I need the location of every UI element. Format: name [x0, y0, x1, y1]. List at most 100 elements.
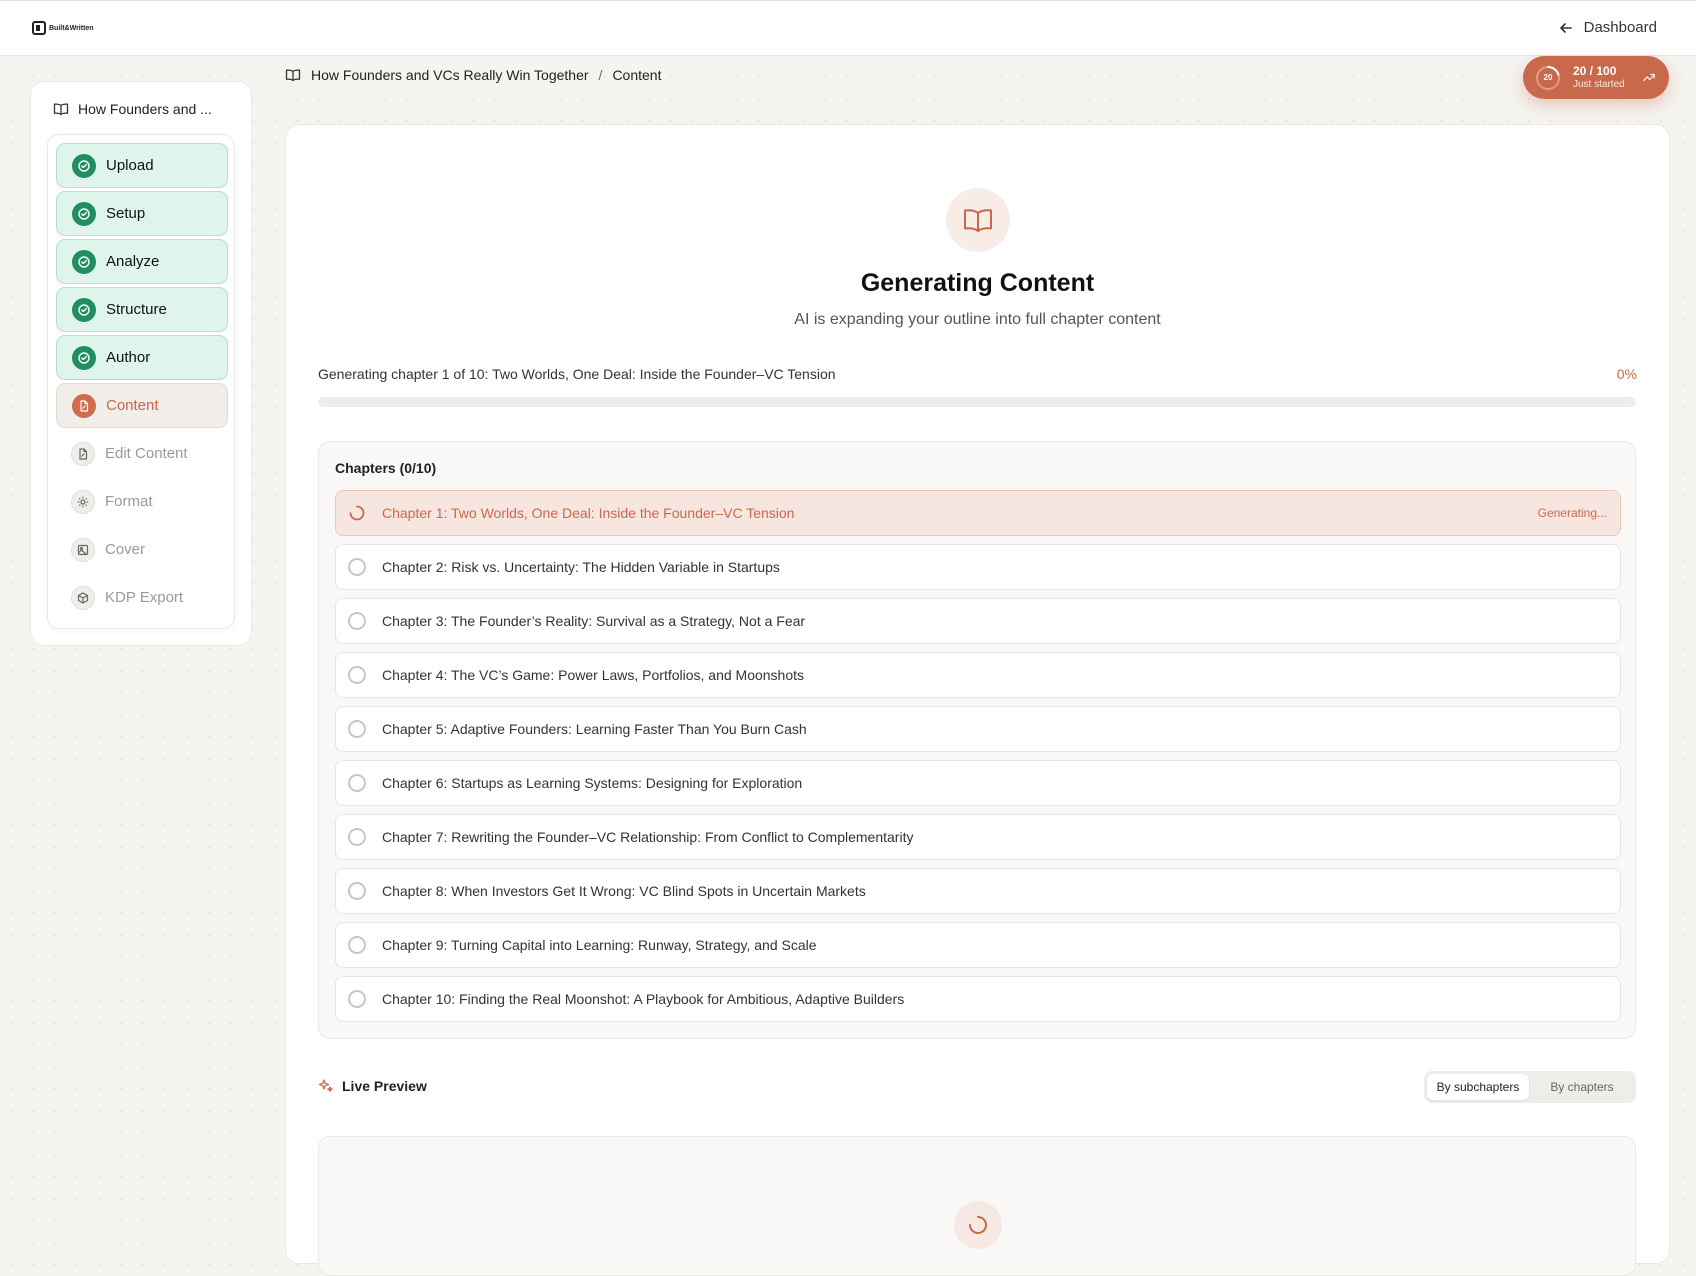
chapter-status: Generating...: [1537, 506, 1607, 520]
book-open-icon: [946, 188, 1010, 252]
book-open-icon: [285, 69, 301, 82]
live-preview-title: Live Preview: [342, 1078, 427, 1094]
check-circle-icon: [72, 249, 96, 274]
pending-circle-icon: [348, 612, 366, 630]
image-icon: [71, 537, 95, 562]
logo-icon: [32, 21, 46, 35]
chapter-item[interactable]: Chapter 7: Rewriting the Founder–VC Rela…: [335, 814, 1621, 860]
step-setup[interactable]: Setup: [56, 191, 228, 236]
sidebar: How Founders and ... Upload Setup Analyz…: [30, 81, 252, 646]
chapter-title: Chapter 10: Finding the Real Moonshot: A…: [382, 991, 905, 1007]
dashboard-label: Dashboard: [1583, 19, 1657, 36]
chapter-item[interactable]: Chapter 2: Risk vs. Uncertainty: The Hid…: [335, 544, 1621, 590]
score-label: 20 / 100: [1573, 63, 1617, 78]
progress-bar: [318, 397, 1636, 407]
check-circle-icon: [72, 153, 96, 178]
preview-mode-toggle: By subchapters By chapters: [1424, 1071, 1636, 1103]
progress-percent: 0%: [1616, 366, 1637, 382]
step-cover[interactable]: Cover: [56, 527, 228, 572]
chapter-item[interactable]: Chapter 8: When Investors Get It Wrong: …: [335, 868, 1621, 914]
chapter-item[interactable]: Chapter 3: The Founder’s Reality: Surviv…: [335, 598, 1621, 644]
logo-text: Built&Written: [49, 24, 94, 32]
check-circle-icon: [72, 297, 96, 322]
chapter-item[interactable]: Chapter 9: Turning Capital into Learning…: [335, 922, 1621, 968]
check-circle-icon: [72, 345, 96, 370]
score-ring: 20: [1535, 65, 1561, 91]
file-text-icon: [72, 393, 96, 418]
chapter-item[interactable]: Chapter 10: Finding the Real Moonshot: A…: [335, 976, 1621, 1022]
chapter-title: Chapter 7: Rewriting the Founder–VC Rela…: [382, 829, 914, 845]
package-icon: [71, 585, 95, 610]
loading-spinner: [954, 1201, 1002, 1249]
pending-circle-icon: [348, 774, 366, 792]
app-logo[interactable]: Built&Written: [32, 21, 94, 35]
sidebar-title-text: How Founders and ...: [78, 101, 212, 117]
book-score-badge[interactable]: 20 20 / 100 Just started: [1523, 56, 1669, 99]
spinner-icon: [349, 505, 365, 521]
step-content[interactable]: Content: [56, 383, 228, 428]
live-preview-heading: Live Preview: [318, 1078, 427, 1094]
chapter-title: Chapter 9: Turning Capital into Learning…: [382, 937, 817, 953]
score-value: 20: [1543, 72, 1553, 82]
chapters-list: Chapters (0/10) Chapter 1: Two Worlds, O…: [318, 441, 1636, 1039]
sparkles-icon: [318, 1079, 333, 1093]
live-preview-area: [318, 1136, 1636, 1276]
step-label: Cover: [105, 541, 146, 558]
step-label: Upload: [106, 157, 154, 174]
chapter-title: Chapter 4: The VC’s Game: Power Laws, Po…: [382, 667, 805, 683]
step-kdp-export[interactable]: KDP Export: [56, 575, 228, 620]
score-status: Just started: [1573, 78, 1625, 90]
chapter-item[interactable]: Chapter 4: The VC’s Game: Power Laws, Po…: [335, 652, 1621, 698]
step-author[interactable]: Author: [56, 335, 228, 380]
step-label: Content: [106, 397, 159, 414]
pending-circle-icon: [348, 828, 366, 846]
content-generation-panel: Generating Content AI is expanding your …: [285, 124, 1670, 1276]
breadcrumb-separator: /: [598, 67, 603, 83]
pending-circle-icon: [348, 720, 366, 738]
pending-circle-icon: [348, 882, 366, 900]
sidebar-book-title: How Founders and ...: [53, 101, 212, 117]
step-label: Format: [105, 493, 153, 510]
chapters-heading: Chapters (0/10): [335, 460, 437, 476]
toggle-by-subchapters[interactable]: By subchapters: [1427, 1074, 1529, 1100]
trending-up-icon: [1643, 73, 1655, 82]
spinner-icon: [969, 1216, 987, 1234]
chapter-item[interactable]: Chapter 1: Two Worlds, One Deal: Inside …: [335, 490, 1621, 536]
step-label: Author: [106, 349, 151, 366]
step-edit-content[interactable]: Edit Content: [56, 431, 228, 476]
chapter-title: Chapter 3: The Founder’s Reality: Surviv…: [382, 613, 806, 629]
chapter-item[interactable]: Chapter 6: Startups as Learning Systems:…: [335, 760, 1621, 806]
chapter-title: Chapter 1: Two Worlds, One Deal: Inside …: [382, 505, 795, 521]
step-label: KDP Export: [105, 589, 184, 606]
page-subtitle: AI is expanding your outline into full c…: [794, 311, 1161, 328]
step-label: Edit Content: [105, 445, 188, 462]
chapter-title: Chapter 8: When Investors Get It Wrong: …: [382, 883, 866, 899]
file-edit-icon: [71, 441, 95, 466]
pending-circle-icon: [348, 666, 366, 684]
breadcrumb-book-link[interactable]: How Founders and VCs Really Win Together: [311, 67, 589, 83]
step-upload[interactable]: Upload: [56, 143, 228, 188]
step-label: Setup: [106, 205, 146, 222]
chapter-item[interactable]: Chapter 5: Adaptive Founders: Learning F…: [335, 706, 1621, 752]
book-open-icon: [53, 103, 69, 116]
toggle-by-chapters[interactable]: By chapters: [1531, 1074, 1633, 1100]
page-title: Generating Content: [860, 269, 1095, 297]
generating-status: Generating chapter 1 of 10: Two Worlds, …: [318, 366, 836, 382]
top-bar: Built&Written Dashboard: [0, 0, 1696, 56]
pending-circle-icon: [348, 990, 366, 1008]
step-structure[interactable]: Structure: [56, 287, 228, 332]
check-circle-icon: [72, 201, 96, 226]
workflow-steps: Upload Setup Analyze Structure Author Co…: [47, 134, 235, 629]
chapter-title: Chapter 5: Adaptive Founders: Learning F…: [382, 721, 807, 737]
step-label: Structure: [106, 301, 167, 318]
chapter-title: Chapter 6: Startups as Learning Systems:…: [382, 775, 803, 791]
step-label: Analyze: [106, 253, 160, 270]
breadcrumb: How Founders and VCs Really Win Together…: [285, 67, 661, 83]
chapter-title: Chapter 2: Risk vs. Uncertainty: The Hid…: [382, 559, 780, 575]
step-format[interactable]: Format: [56, 479, 228, 524]
step-analyze[interactable]: Analyze: [56, 239, 228, 284]
pending-circle-icon: [348, 936, 366, 954]
pending-circle-icon: [348, 558, 366, 576]
dashboard-link[interactable]: Dashboard: [1558, 19, 1657, 36]
arrow-left-icon: [1559, 22, 1572, 33]
